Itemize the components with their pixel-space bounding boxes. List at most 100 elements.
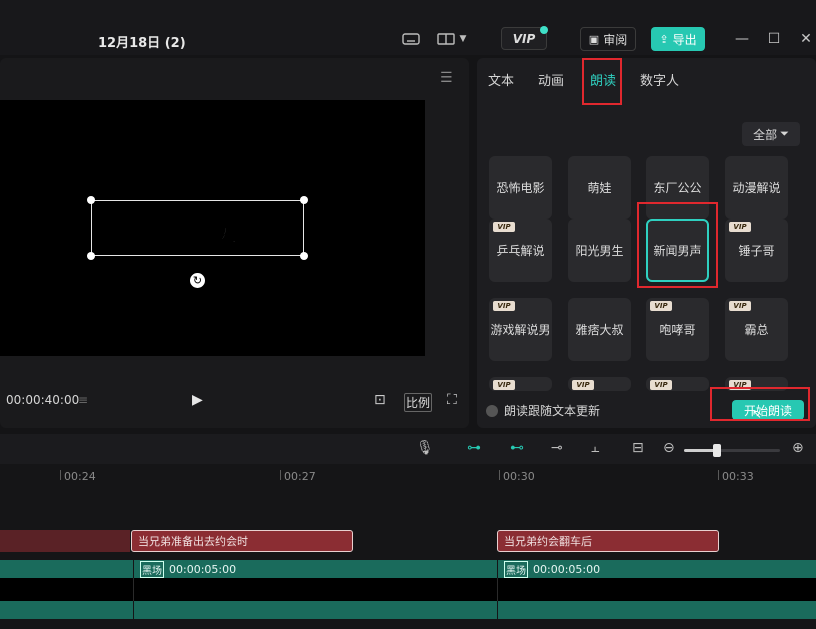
follow-text-label: 朗读跟随文本更新: [504, 404, 601, 418]
clip-duration: 00:00:05:00: [169, 562, 237, 576]
review-label: 审阅: [603, 32, 628, 47]
voice-card[interactable]: VIP 咆哮哥: [646, 298, 709, 361]
auto-snap-icon[interactable]: ⊷: [510, 440, 524, 456]
voice-name: 雅痞大叔: [575, 323, 624, 337]
main-track-magnet-icon[interactable]: ⊶: [467, 440, 481, 456]
fullscreen-icon[interactable]: ⛶: [447, 392, 457, 408]
resize-handle[interactable]: [300, 252, 308, 260]
layout-icon[interactable]: [437, 30, 455, 48]
highlight-box: [637, 202, 718, 288]
vip-badge: VIP: [729, 222, 751, 232]
tick-label: 00:30: [503, 470, 535, 483]
play-icon[interactable]: ▶: [192, 392, 203, 408]
clip-name: 黑场: [140, 560, 164, 578]
filter-icon: ⏷: [780, 127, 789, 140]
resize-handle[interactable]: [300, 196, 308, 204]
voice-card[interactable]: VIP 霸总: [725, 298, 788, 361]
voice-card[interactable]: VIP: [489, 377, 552, 391]
voice-name: 游戏解说男: [490, 323, 551, 337]
video-clip-footer[interactable]: [134, 601, 497, 619]
tab-text[interactable]: 文本: [488, 70, 514, 89]
vip-badge: VIP: [493, 222, 515, 232]
filter-button[interactable]: 全部 ⏷: [742, 122, 800, 146]
tick-mark: [718, 470, 719, 480]
project-title: 12月18日 (2): [98, 36, 186, 51]
chevron-down-icon[interactable]: ▼: [458, 30, 468, 48]
voice-name: 动漫解说: [732, 181, 781, 195]
export-button[interactable]: ⇪ 导出: [651, 27, 705, 51]
vip-badge: VIP: [650, 380, 672, 390]
vip-badge: VIP: [493, 380, 515, 390]
voice-name: 东厂公公: [653, 181, 702, 195]
voice-card[interactable]: 阳光男生: [568, 219, 631, 282]
zoom-out-icon[interactable]: ⊖: [663, 440, 675, 456]
close-icon[interactable]: ✕: [798, 30, 814, 48]
voice-card[interactable]: 萌娃: [568, 156, 631, 219]
resize-handle[interactable]: [87, 252, 95, 260]
voice-name: 阳光男生: [575, 244, 624, 258]
video-clip[interactable]: 黑场 00:00:05:00: [134, 560, 497, 578]
video-clip-footer[interactable]: [0, 601, 133, 619]
video-clip-footer[interactable]: [498, 601, 816, 619]
review-icon: ▣: [588, 32, 600, 46]
voice-card[interactable]: 雅痞大叔: [568, 298, 631, 361]
zoom-slider-track[interactable]: [720, 449, 780, 452]
timecode-separator-icon: ≡: [78, 393, 89, 407]
export-label: 导出: [672, 32, 697, 47]
tab-animation[interactable]: 动画: [538, 70, 564, 89]
text-clip[interactable]: 当兄弟约会翻车后: [497, 530, 719, 552]
tick-mark: [60, 470, 61, 480]
timecode: 00:00:40:00: [6, 393, 80, 407]
voice-card[interactable]: 动漫解说: [725, 156, 788, 219]
split-icon[interactable]: ⫠: [591, 440, 599, 456]
ratio-button[interactable]: 比例: [404, 393, 433, 412]
tick-mark: [280, 470, 281, 480]
video-clip-partial[interactable]: [0, 560, 133, 578]
zoom-in-icon[interactable]: ⊕: [792, 440, 804, 456]
voice-name: 锤子哥: [738, 244, 775, 258]
subtitle-text-box[interactable]: 我好的兄弟: [91, 200, 304, 256]
mouse-cursor-icon: ↖: [752, 407, 763, 421]
review-button[interactable]: ▣ 审阅: [580, 27, 636, 51]
filter-label: 全部: [753, 127, 778, 142]
voice-name: 恐怖电影: [496, 181, 545, 195]
clip-divider: [497, 578, 498, 601]
voice-card[interactable]: VIP: [646, 377, 709, 391]
keyboard-icon[interactable]: [402, 30, 420, 48]
export-icon: ⇪: [659, 32, 669, 46]
clip-duration: 00:00:05:00: [533, 562, 601, 576]
voice-name: 萌娃: [587, 181, 612, 195]
video-clip[interactable]: 黑场 00:00:05:00: [498, 560, 816, 578]
vip-notification-dot: [540, 26, 548, 34]
microphone-icon[interactable]: 🎙: [416, 440, 434, 456]
text-clip-partial[interactable]: [0, 530, 130, 552]
text-clip[interactable]: 当兄弟准备出去约会时: [131, 530, 353, 552]
voice-card[interactable]: VIP: [568, 377, 631, 391]
link-icon[interactable]: ⊸: [551, 440, 563, 456]
tick-mark: [499, 470, 500, 480]
voice-card[interactable]: VIP 游戏解说男: [489, 298, 552, 361]
minimize-icon[interactable]: —: [734, 30, 750, 48]
preview-axis-icon[interactable]: ⊟: [632, 440, 644, 456]
voice-name: 乒乓解说: [496, 244, 545, 258]
video-track-body[interactable]: [0, 578, 816, 601]
tick-label: 00:33: [722, 470, 754, 483]
clip-divider: [133, 578, 134, 601]
vip-badge: VIP: [493, 301, 515, 311]
zoom-slider-handle[interactable]: [713, 444, 721, 457]
voice-card[interactable]: VIP 锤子哥: [725, 219, 788, 282]
tick-label: 00:27: [284, 470, 316, 483]
voice-card[interactable]: 恐怖电影: [489, 156, 552, 219]
follow-text-option[interactable]: 朗读跟随文本更新: [486, 402, 600, 419]
rotate-icon[interactable]: ↻: [190, 273, 205, 288]
fit-screen-icon[interactable]: ⊡: [374, 392, 386, 408]
voice-name: 霸总: [744, 323, 769, 337]
voice-name: 咆哮哥: [659, 323, 696, 337]
tab-digital-human[interactable]: 数字人: [640, 70, 679, 89]
voice-card[interactable]: VIP 乒乓解说: [489, 219, 552, 282]
resize-handle[interactable]: [87, 196, 95, 204]
maximize-icon[interactable]: ☐: [766, 30, 782, 48]
vip-badge: VIP: [729, 301, 751, 311]
menu-icon[interactable]: ☰: [440, 70, 453, 86]
follow-text-checkbox[interactable]: [486, 404, 498, 417]
